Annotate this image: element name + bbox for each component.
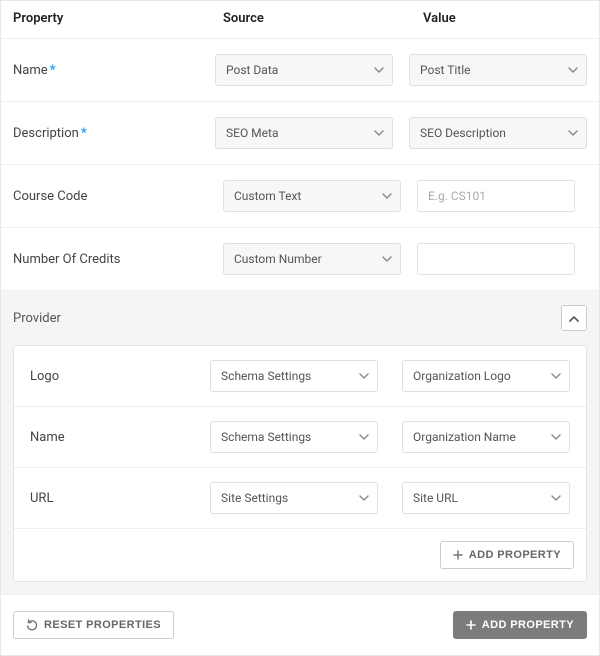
value-input[interactable] bbox=[417, 243, 575, 275]
header-source: Source bbox=[223, 11, 423, 26]
chevron-down-icon bbox=[359, 373, 369, 379]
source-select[interactable]: Custom Number bbox=[223, 243, 401, 275]
value-select[interactable]: Organization Logo bbox=[402, 360, 570, 392]
button-label: Add Property bbox=[469, 549, 561, 561]
chevron-down-icon bbox=[359, 434, 369, 440]
select-value: Custom Number bbox=[234, 252, 322, 266]
source-select[interactable]: Site Settings bbox=[210, 482, 378, 514]
source-select[interactable]: Schema Settings bbox=[210, 360, 378, 392]
chevron-down-icon bbox=[568, 130, 578, 136]
group-footer: Add Property bbox=[14, 529, 586, 581]
select-value: Post Title bbox=[420, 63, 470, 77]
property-row: Name* Post Data Post Title bbox=[1, 39, 599, 102]
header-value: Value bbox=[423, 11, 587, 26]
chevron-up-icon bbox=[569, 311, 579, 326]
property-label: Name* bbox=[13, 63, 215, 78]
provider-group: Provider Logo Schema Settings Organizati… bbox=[1, 291, 599, 595]
chevron-down-icon bbox=[382, 193, 392, 199]
property-row: Number Of Credits Custom Number bbox=[1, 228, 599, 291]
value-select[interactable]: Post Title bbox=[409, 54, 587, 86]
collapse-button[interactable] bbox=[561, 305, 587, 331]
chevron-down-icon bbox=[374, 67, 384, 73]
property-row: Name Schema Settings Organization Name bbox=[14, 407, 586, 468]
panel-footer: Reset Properties Add Property bbox=[1, 595, 599, 655]
value-select[interactable]: SEO Description bbox=[409, 117, 587, 149]
chevron-down-icon bbox=[551, 434, 561, 440]
select-value: Site URL bbox=[413, 491, 458, 505]
refresh-icon bbox=[26, 619, 38, 631]
property-row: Description* SEO Meta SEO Description bbox=[1, 102, 599, 165]
chevron-down-icon bbox=[374, 130, 384, 136]
chevron-down-icon bbox=[551, 373, 561, 379]
properties-panel: Property Source Value Name* Post Data Po… bbox=[0, 0, 600, 656]
required-mark: * bbox=[81, 126, 87, 141]
group-body: Logo Schema Settings Organization Logo N… bbox=[13, 345, 587, 582]
property-label: Number Of Credits bbox=[13, 252, 223, 267]
header-property: Property bbox=[13, 11, 223, 26]
reset-properties-button[interactable]: Reset Properties bbox=[13, 611, 174, 639]
source-select[interactable]: SEO Meta bbox=[215, 117, 393, 149]
add-property-main-button[interactable]: Add Property bbox=[453, 611, 587, 639]
source-select[interactable]: Post Data bbox=[215, 54, 393, 86]
property-row: Logo Schema Settings Organization Logo bbox=[14, 346, 586, 407]
button-label: Add Property bbox=[482, 619, 574, 631]
chevron-down-icon bbox=[359, 495, 369, 501]
property-label: Logo bbox=[30, 369, 210, 384]
value-select[interactable]: Organization Name bbox=[402, 421, 570, 453]
required-mark: * bbox=[50, 63, 56, 78]
group-label: Provider bbox=[13, 311, 561, 326]
select-value: Schema Settings bbox=[221, 430, 311, 444]
source-select[interactable]: Custom Text bbox=[223, 180, 401, 212]
chevron-down-icon bbox=[551, 495, 561, 501]
button-label: Reset Properties bbox=[44, 619, 161, 631]
group-header: Provider bbox=[1, 291, 599, 345]
source-select[interactable]: Schema Settings bbox=[210, 421, 378, 453]
select-value: SEO Description bbox=[420, 126, 506, 140]
label-text: Number Of Credits bbox=[13, 252, 120, 267]
property-label: Course Code bbox=[13, 189, 223, 204]
property-label: URL bbox=[30, 491, 210, 506]
property-label: Description* bbox=[13, 126, 215, 141]
plus-icon bbox=[453, 550, 463, 560]
select-value: Organization Logo bbox=[413, 369, 511, 383]
value-input[interactable] bbox=[417, 180, 575, 212]
plus-icon bbox=[466, 620, 476, 630]
select-value: Custom Text bbox=[234, 189, 301, 203]
select-value: Organization Name bbox=[413, 430, 516, 444]
select-value: Schema Settings bbox=[221, 369, 311, 383]
label-text: Description bbox=[13, 126, 79, 141]
select-value: Site Settings bbox=[221, 491, 288, 505]
property-label: Name bbox=[30, 430, 210, 445]
value-select[interactable]: Site URL bbox=[402, 482, 570, 514]
select-value: SEO Meta bbox=[226, 126, 278, 140]
label-text: Name bbox=[13, 63, 48, 78]
chevron-down-icon bbox=[382, 256, 392, 262]
label-text: Course Code bbox=[13, 189, 87, 204]
add-property-button[interactable]: Add Property bbox=[440, 541, 574, 569]
select-value: Post Data bbox=[226, 63, 278, 77]
property-row: Course Code Custom Text bbox=[1, 165, 599, 228]
property-row: URL Site Settings Site URL bbox=[14, 468, 586, 529]
table-header: Property Source Value bbox=[1, 1, 599, 39]
chevron-down-icon bbox=[568, 67, 578, 73]
